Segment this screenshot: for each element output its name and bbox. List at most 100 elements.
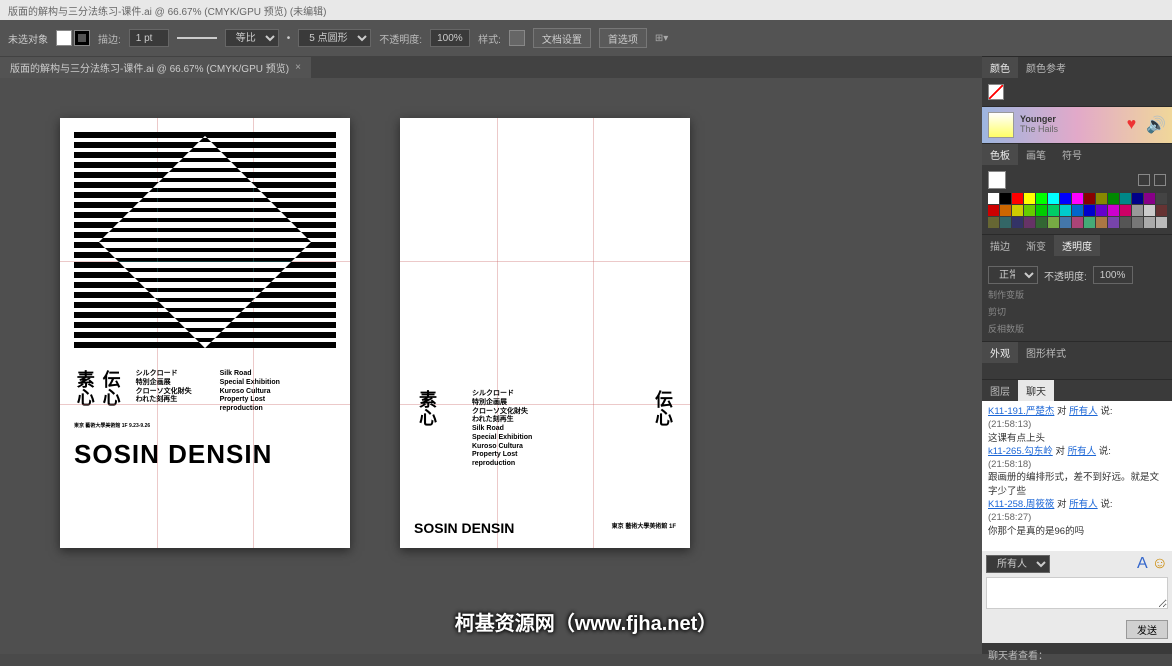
swatch-item[interactable]	[1132, 217, 1143, 228]
tab-color[interactable]: 颜色	[982, 57, 1018, 78]
swatch-item[interactable]	[1144, 193, 1155, 204]
tab-layers[interactable]: 图层	[982, 380, 1018, 401]
swatch-item[interactable]	[1096, 193, 1107, 204]
chat-all[interactable]: 所有人	[1068, 446, 1097, 457]
swatch-item[interactable]	[1108, 205, 1119, 216]
close-icon[interactable]: ×	[295, 62, 301, 73]
swatch-item[interactable]	[1120, 193, 1131, 204]
chat-user[interactable]: K11-258.周筱筱	[988, 499, 1054, 510]
heart-icon[interactable]: ♥	[1127, 116, 1137, 134]
document-tab[interactable]: 版面的解构与三分法练习-课件.ai @ 66.67% (CMYK/GPU 预览)…	[0, 57, 311, 78]
tab-brushes[interactable]: 画笔	[1018, 144, 1054, 165]
swatch-item[interactable]	[1072, 205, 1083, 216]
prefs-button[interactable]: 首选项	[599, 28, 647, 48]
swatch-item[interactable]	[1060, 205, 1071, 216]
swatch-item[interactable]	[1060, 217, 1071, 228]
swatch-item[interactable]	[1000, 193, 1011, 204]
chat-target-select[interactable]: 所有人	[986, 555, 1050, 573]
chat-all[interactable]: 所有人	[1069, 406, 1098, 417]
swatch-item[interactable]	[1060, 193, 1071, 204]
none-swatch[interactable]	[988, 84, 1004, 100]
swatch-item[interactable]	[1012, 217, 1023, 228]
swatch-item[interactable]	[1048, 193, 1059, 204]
swatch-item[interactable]	[1120, 205, 1131, 216]
tab-stroke[interactable]: 描边	[982, 235, 1018, 256]
swatch-item[interactable]	[1108, 193, 1119, 204]
align-icon[interactable]: ⊞▾	[655, 33, 668, 44]
track-artist: The Hails	[1020, 125, 1121, 135]
swatch-item[interactable]	[1024, 217, 1035, 228]
chat-log[interactable]: K11-191.严楚杰 对 所有人 说: (21:58:13) 这课有点上头 k…	[982, 401, 1172, 551]
current-fill[interactable]	[988, 171, 1006, 189]
swatch-item[interactable]	[1036, 217, 1047, 228]
tab-chat[interactable]: 聊天	[1018, 380, 1054, 401]
swatch-item[interactable]	[1096, 217, 1107, 228]
tab-appearance[interactable]: 外观	[982, 342, 1018, 363]
swatch-item[interactable]	[1120, 217, 1131, 228]
chat-textarea[interactable]	[986, 577, 1168, 609]
swatch-item[interactable]	[988, 193, 999, 204]
opacity-input2[interactable]	[1093, 266, 1133, 284]
send-button[interactable]: 发送	[1126, 620, 1168, 639]
swatch-item[interactable]	[1084, 217, 1095, 228]
swatch-item[interactable]	[1156, 193, 1167, 204]
swatch-item[interactable]	[1108, 217, 1119, 228]
tab-symbols[interactable]: 符号	[1054, 144, 1090, 165]
list-view-icon[interactable]	[1138, 174, 1150, 186]
tab-graphic-styles[interactable]: 图形样式	[1018, 342, 1074, 363]
swatch-item[interactable]	[1096, 205, 1107, 216]
swatch-item[interactable]	[1084, 193, 1095, 204]
swatch-item[interactable]	[1000, 205, 1011, 216]
tab-color-guide[interactable]: 颜色参考	[1018, 57, 1074, 78]
swatch-item[interactable]	[1048, 205, 1059, 216]
stroke-weight-input[interactable]	[129, 29, 169, 47]
grid-view-icon[interactable]	[1154, 174, 1166, 186]
swatch-item[interactable]	[1132, 193, 1143, 204]
artboard-1[interactable]: for(let i=0;i<22;i++)document.write('<di…	[60, 118, 350, 548]
swatch-item[interactable]	[1012, 193, 1023, 204]
media-player: Younger The Hails ♥ 🔊	[982, 106, 1172, 143]
fill-stroke-swatches[interactable]	[56, 30, 90, 46]
opacity-input[interactable]	[430, 29, 470, 47]
tab-swatches[interactable]: 色板	[982, 144, 1018, 165]
swatches-grid[interactable]: var cols=["#fff","#000","#f00","#ff0","#…	[988, 193, 1166, 228]
swatch-item[interactable]	[1156, 205, 1167, 216]
chat-all[interactable]: 所有人	[1069, 499, 1098, 510]
artboard-2[interactable]: 素心 シルクロード特別企画展クローソ文化財失われた刻再生 Silk RoadSp…	[400, 118, 690, 548]
swatch-item[interactable]	[1144, 205, 1155, 216]
tab-gradient[interactable]: 渐变	[1018, 235, 1054, 256]
canvas-area[interactable]: for(let i=0;i<22;i++)document.write('<di…	[0, 78, 982, 654]
swatch-item[interactable]	[988, 205, 999, 216]
swatch-item[interactable]	[1036, 205, 1047, 216]
swatch-item[interactable]	[1132, 205, 1143, 216]
watermark: 柯基资源网（www.fjha.net）	[455, 607, 718, 636]
brush-select[interactable]: 5 点圆形	[298, 29, 371, 47]
stroke-swatch[interactable]	[74, 30, 90, 46]
font-icon[interactable]: A	[1137, 555, 1148, 573]
swatch-item[interactable]	[1156, 217, 1167, 228]
stroke-style-select[interactable]: 等比	[225, 29, 279, 47]
fill-swatch[interactable]	[56, 30, 72, 46]
sound-icon[interactable]: 🔊	[1146, 115, 1166, 135]
blend-mode-select[interactable]: 正常	[988, 266, 1038, 284]
emoji-icon[interactable]: ☺	[1152, 555, 1168, 573]
swatch-item[interactable]	[1024, 205, 1035, 216]
stroke-label: 描边:	[98, 31, 121, 46]
chat-user[interactable]: K11-191.严楚杰	[988, 406, 1054, 417]
swatch-item[interactable]	[1084, 205, 1095, 216]
swatch-item[interactable]	[1072, 193, 1083, 204]
swatch-item[interactable]	[1144, 217, 1155, 228]
swatch-item[interactable]	[1036, 193, 1047, 204]
swatch-item[interactable]	[1012, 205, 1023, 216]
tab-transparency[interactable]: 透明度	[1054, 235, 1100, 256]
album-art	[988, 112, 1014, 138]
doc-setup-button[interactable]: 文档设置	[533, 28, 591, 48]
swatch-item[interactable]	[988, 217, 999, 228]
swatch-item[interactable]	[1072, 217, 1083, 228]
style-label: 样式:	[478, 31, 501, 46]
style-swatch[interactable]	[509, 30, 525, 46]
swatch-item[interactable]	[1048, 217, 1059, 228]
swatch-item[interactable]	[1000, 217, 1011, 228]
swatch-item[interactable]	[1024, 193, 1035, 204]
chat-user[interactable]: k11-265.勾东岭	[988, 446, 1053, 457]
